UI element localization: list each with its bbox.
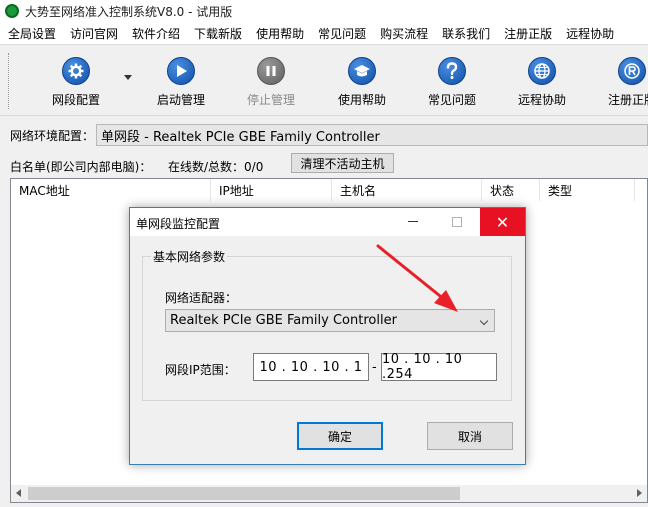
menu-contact[interactable]: 联系我们 [442,25,490,42]
menu-purchase[interactable]: 购买流程 [380,25,428,42]
network-env-label: 网络环境配置： [10,128,95,143]
network-adapter-select[interactable]: Realtek PCIe GBE Family Controller [165,309,495,332]
network-adapter-label: 网络适配器： [165,291,238,305]
window-title: 大势至网络准入控制系统V8.0 - 试用版 [25,4,233,19]
faq-label: 常见问题 [427,93,476,107]
ip-end-input[interactable]: 10 . 10 . 10 .254 [381,352,497,382]
start-management-button[interactable]: 启动管理 [139,57,223,109]
table-header: MAC地址 IP地址 主机名 状态 类型 [11,179,647,201]
scroll-right-icon[interactable] [637,489,642,497]
remote-assist-label: 远程协助 [517,93,566,107]
play-icon [167,57,195,85]
globe-icon [528,57,556,85]
chevron-down-icon[interactable] [124,75,132,80]
menu-visit-website[interactable]: 访问官网 [70,25,118,42]
toolbar: 网段配置 启动管理 停止管理 使用帮助 常见问题 远程协助 注册正 [0,44,648,116]
question-icon [438,57,466,85]
menu-remote-assist[interactable]: 远程协助 [566,25,614,42]
menu-register[interactable]: 注册正版 [504,25,552,42]
cancel-button[interactable]: 取消 [427,422,513,450]
close-icon: ✕ [495,212,510,232]
gear-icon [62,57,90,85]
stop-management-label: 停止管理 [246,93,295,107]
start-management-label: 启动管理 [156,93,205,107]
scrollbar-thumb[interactable] [28,487,460,500]
network-env-row: 网络环境配置： 单网段 - Realtek PCIe GBE Family Co… [0,124,648,146]
column-ip[interactable]: IP地址 [211,179,332,201]
basic-network-params-group: 基本网络参数 网络适配器： Realtek PCIe GBE Family Co… [142,248,512,401]
segment-monitor-dialog: 单网段监控配置 ✕ 基本网络参数 网络适配器： Realtek PCIe GBE… [129,207,526,465]
group-title: 基本网络参数 [151,248,228,265]
menu-help[interactable]: 使用帮助 [256,25,304,42]
help-button[interactable]: 使用帮助 [320,57,404,109]
column-type[interactable]: 类型 [540,179,635,201]
whitelist-row: 白名单(即公司内部电脑)： 在线数/总数：0/0 清理不活动主机 [0,153,648,175]
pause-icon [257,57,285,85]
menu-bar: 全局设置 访问官网 软件介绍 下载新版 使用帮助 常见问题 购买流程 联系我们 … [0,22,648,44]
help-label: 使用帮助 [337,93,386,107]
dialog-title: 单网段监控配置 [136,217,221,231]
column-status[interactable]: 状态 [482,179,540,201]
maximize-icon[interactable] [452,217,462,227]
menu-software-intro[interactable]: 软件介绍 [132,25,180,42]
toolbar-grip[interactable] [8,53,10,109]
ip-start-input[interactable]: 10 . 10 . 10 . 1 [253,353,369,381]
app-logo-icon [5,4,19,18]
window-titlebar: 大势至网络准入控制系统V8.0 - 试用版 [0,0,648,22]
horizontal-scrollbar[interactable] [11,485,647,502]
segment-config-button[interactable]: 网段配置 [34,57,118,109]
scroll-left-icon[interactable] [16,489,21,497]
menu-global-settings[interactable]: 全局设置 [8,25,56,42]
register-label: 注册正版 [607,93,648,107]
column-mac[interactable]: MAC地址 [11,179,211,201]
column-hostname[interactable]: 主机名 [332,179,482,201]
network-adapter-value: Realtek PCIe GBE Family Controller [170,313,397,328]
registered-icon [618,57,646,85]
segment-config-label: 网段配置 [51,93,100,107]
whitelist-label: 白名单(即公司内部电脑)： [10,160,152,174]
online-count: 在线数/总数：0/0 [168,160,264,174]
register-button[interactable]: 注册正版 [590,57,648,109]
stop-management-button[interactable]: 停止管理 [229,57,313,109]
ip-range-dash: - [372,360,377,375]
dialog-titlebar[interactable]: 单网段监控配置 ✕ [130,208,525,236]
graduation-cap-icon [348,57,376,85]
minimize-icon[interactable] [408,221,418,222]
remote-assist-button[interactable]: 远程协助 [500,57,584,109]
clear-inactive-hosts-button[interactable]: 清理不活动主机 [291,153,394,173]
menu-faq[interactable]: 常见问题 [318,25,366,42]
faq-button[interactable]: 常见问题 [410,57,494,109]
close-button[interactable]: ✕ [480,208,525,236]
ip-range-label: 网段IP范围： [165,363,236,377]
ok-button[interactable]: 确定 [297,422,383,450]
chevron-down-icon [479,316,489,326]
menu-download-new[interactable]: 下载新版 [194,25,242,42]
network-env-value: 单网段 - Realtek PCIe GBE Family Controller [96,124,648,146]
